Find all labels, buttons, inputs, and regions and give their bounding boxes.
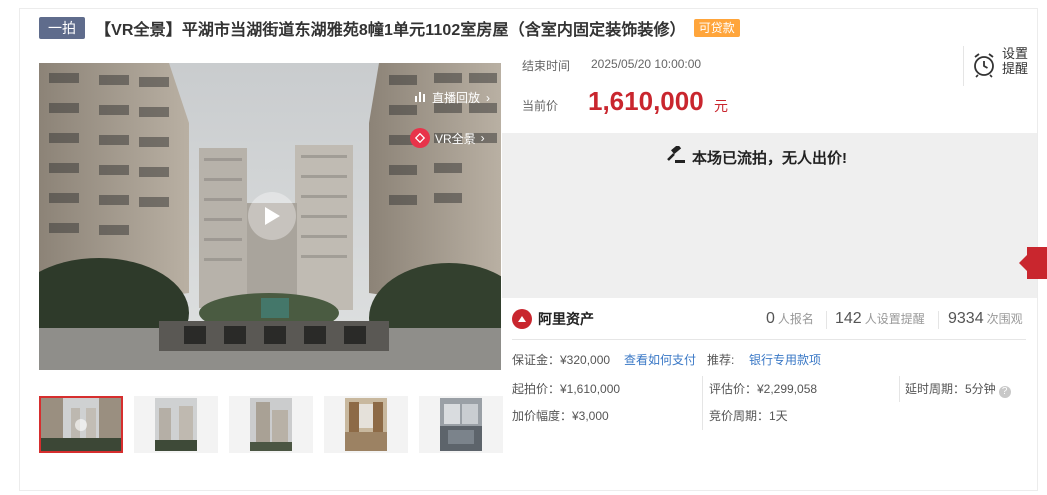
listing-title[interactable]: 【VR全景】平湖市当湖街道东湖雅苑8幢1单元1102室房屋（含室内固定装饰装修）: [95, 16, 686, 40]
auction-status-message: 本场已流拍，无人出价!: [692, 149, 847, 167]
reminders-count: 142: [835, 310, 862, 327]
thumbnail-strip: [39, 396, 503, 453]
set-reminder-button[interactable]: 设置提醒: [963, 46, 1038, 86]
loan-badge: 可贷款: [693, 19, 740, 37]
bar-chart-icon: [414, 90, 426, 105]
divider-line: [512, 339, 1026, 340]
end-time-value: 2025/05/20 10:00:00: [591, 57, 702, 71]
views-label: 次围观: [986, 312, 1023, 326]
price-currency-unit: 元: [714, 98, 728, 114]
platform-name: 阿里资产: [538, 311, 594, 327]
help-icon[interactable]: ?: [998, 386, 1011, 398]
field-divider: [702, 376, 703, 430]
title-row: 一拍 【VR全景】平湖市当湖街道东湖雅苑8幢1单元1102室房屋（含室内固定装饰…: [39, 16, 740, 40]
live-replay-link[interactable]: 直播回放 ›: [414, 89, 490, 106]
thumbnail-3[interactable]: [229, 396, 313, 453]
bank-special-funds-link[interactable]: 银行专用款项: [749, 351, 821, 368]
platform-logo: 阿里资产: [512, 309, 594, 329]
reminders-label: 人设置提醒: [864, 312, 925, 326]
deposit-how-to-pay-link[interactable]: 查看如何支付: [624, 351, 696, 368]
alarm-clock-icon: [972, 52, 996, 83]
start-price-field: 起拍价：¥1,610,000: [512, 382, 621, 396]
set-reminder-label: 设置提醒: [1002, 46, 1029, 76]
auction-status: 本场已流拍，无人出价!: [666, 144, 847, 168]
thumbnail-4[interactable]: [324, 396, 408, 453]
registrations-count: 0: [766, 310, 775, 327]
recommend-label: 推荐:: [707, 353, 735, 367]
chevron-right-icon: ›: [486, 90, 491, 105]
registrations-stat: 0 人报名: [766, 310, 814, 328]
play-video-button[interactable]: [248, 192, 296, 240]
views-stat: 9334 次围观: [948, 310, 1023, 328]
ali-assets-icon: [512, 309, 532, 329]
end-time-label: 结束时间: [522, 59, 571, 73]
thumbnail-5[interactable]: [419, 396, 503, 453]
current-price-label: 当前价: [522, 99, 559, 113]
chevron-right-icon: ›: [480, 131, 485, 145]
stat-divider: [826, 311, 827, 329]
reminders-stat: 142 人设置提醒: [835, 310, 925, 328]
delay-period-text: 延时周期：5分钟: [905, 382, 996, 396]
vr-panorama-link[interactable]: VR全景 ›: [410, 128, 485, 148]
delay-period-field: 延时周期：5分钟?: [905, 380, 1011, 398]
vr-label: VR全景: [435, 131, 476, 146]
increment-field: 加价幅度：¥3,000: [512, 409, 609, 423]
views-count: 9334: [948, 310, 984, 327]
auction-round-badge: 一拍: [39, 17, 85, 39]
bid-period-field: 竞价周期：1天: [709, 409, 788, 423]
field-divider: [899, 376, 900, 402]
thumbnail-2[interactable]: [134, 396, 218, 453]
side-tab-marker[interactable]: [1019, 247, 1047, 279]
vr-icon: [410, 128, 430, 148]
play-icon: [265, 207, 280, 225]
live-replay-label: 直播回放: [432, 91, 481, 105]
thumbnail-1[interactable]: [39, 396, 123, 453]
registrations-label: 人报名: [777, 312, 814, 326]
stat-divider: [938, 311, 939, 329]
appraisal-field: 评估价：¥2,299,058: [709, 382, 818, 396]
gavel-icon: [666, 144, 686, 168]
deposit-field: 保证金：¥320,000: [512, 353, 611, 367]
current-price-value: 1,610,000: [588, 86, 704, 116]
auction-info-panel: [502, 44, 1037, 132]
